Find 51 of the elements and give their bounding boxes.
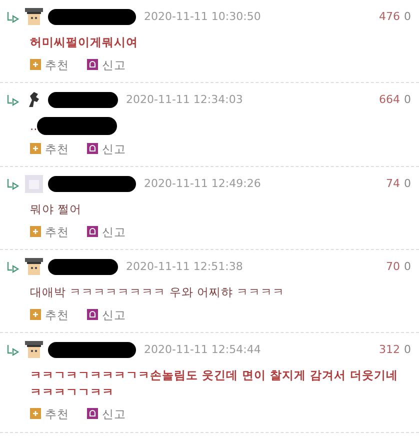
recommend-link[interactable]: 추천 [45, 308, 69, 322]
bell-icon [87, 142, 98, 154]
redaction-mark [48, 259, 118, 276]
report-link[interactable]: 신고 [102, 142, 126, 156]
comment-text: ㅋㅋㄱㅋㄱㅋㅋㅋㄱㅋ손놀림도 웃긴데 면이 찰지게 감겨서 더웃기네 ㅋㅋㅋㄱㄱㅋㅋ [30, 367, 400, 400]
comment-text: 뭐야 쩔어 [30, 201, 82, 218]
avatar-icon [24, 257, 44, 278]
comment-text: 대애박 ㅋㅋㅋㅋㅋㅋㅋㅋ 우와 어찌햐 ㅋㅋㅋㅋ [30, 284, 285, 301]
reply-arrow-icon [6, 94, 20, 106]
comment-time: 2020-11-11 10:30:50 [144, 8, 261, 25]
recommend-link[interactable]: 추천 [45, 58, 69, 72]
plus-icon [30, 58, 41, 70]
vote-count: 476 [379, 8, 400, 25]
comment-time: 2020-11-11 12:34:03 [126, 92, 243, 108]
comment-time: 2020-11-11 12:51:38 [126, 258, 243, 275]
vote-count: 74 [386, 176, 400, 192]
avatar-icon [24, 7, 44, 27]
reply-count: 0 [404, 8, 411, 25]
recommend-link[interactable]: 추천 [45, 142, 69, 156]
comment-text: 허미씨펄이게뭐시여 [30, 34, 138, 51]
vote-count: 312 [379, 342, 400, 358]
bell-icon [87, 408, 98, 420]
comment-time: 2020-11-11 12:54:44 [144, 342, 261, 358]
reply-count: 0 [404, 176, 411, 192]
plus-icon [30, 226, 41, 237]
avatar-icon [24, 174, 44, 194]
redaction-mark [48, 92, 118, 108]
bell-icon [87, 308, 98, 320]
report-link[interactable]: 신고 [102, 308, 126, 322]
plus-icon [30, 142, 41, 154]
vote-count: 70 [386, 258, 400, 275]
reply-count: 0 [404, 258, 411, 275]
report-link[interactable]: 신고 [102, 407, 126, 422]
report-link[interactable]: 신고 [102, 58, 126, 72]
avatar-icon [24, 340, 44, 360]
comment-text: .. [30, 118, 38, 134]
recommend-link[interactable]: 추천 [45, 224, 69, 239]
comment-time: 2020-11-11 12:49:26 [144, 176, 261, 192]
reply-arrow-icon [6, 11, 20, 23]
reply-arrow-icon [6, 344, 20, 356]
recommend-link[interactable]: 추천 [45, 407, 69, 422]
reply-count: 0 [404, 92, 411, 108]
reply-count: 0 [404, 342, 411, 358]
reply-arrow-icon [6, 178, 20, 190]
reply-arrow-icon [6, 261, 20, 274]
plus-icon [30, 308, 41, 320]
report-link[interactable]: 신고 [102, 224, 126, 239]
bell-icon [87, 58, 98, 70]
bell-icon [87, 226, 98, 237]
plus-icon [30, 408, 41, 420]
vote-count: 664 [379, 92, 400, 108]
